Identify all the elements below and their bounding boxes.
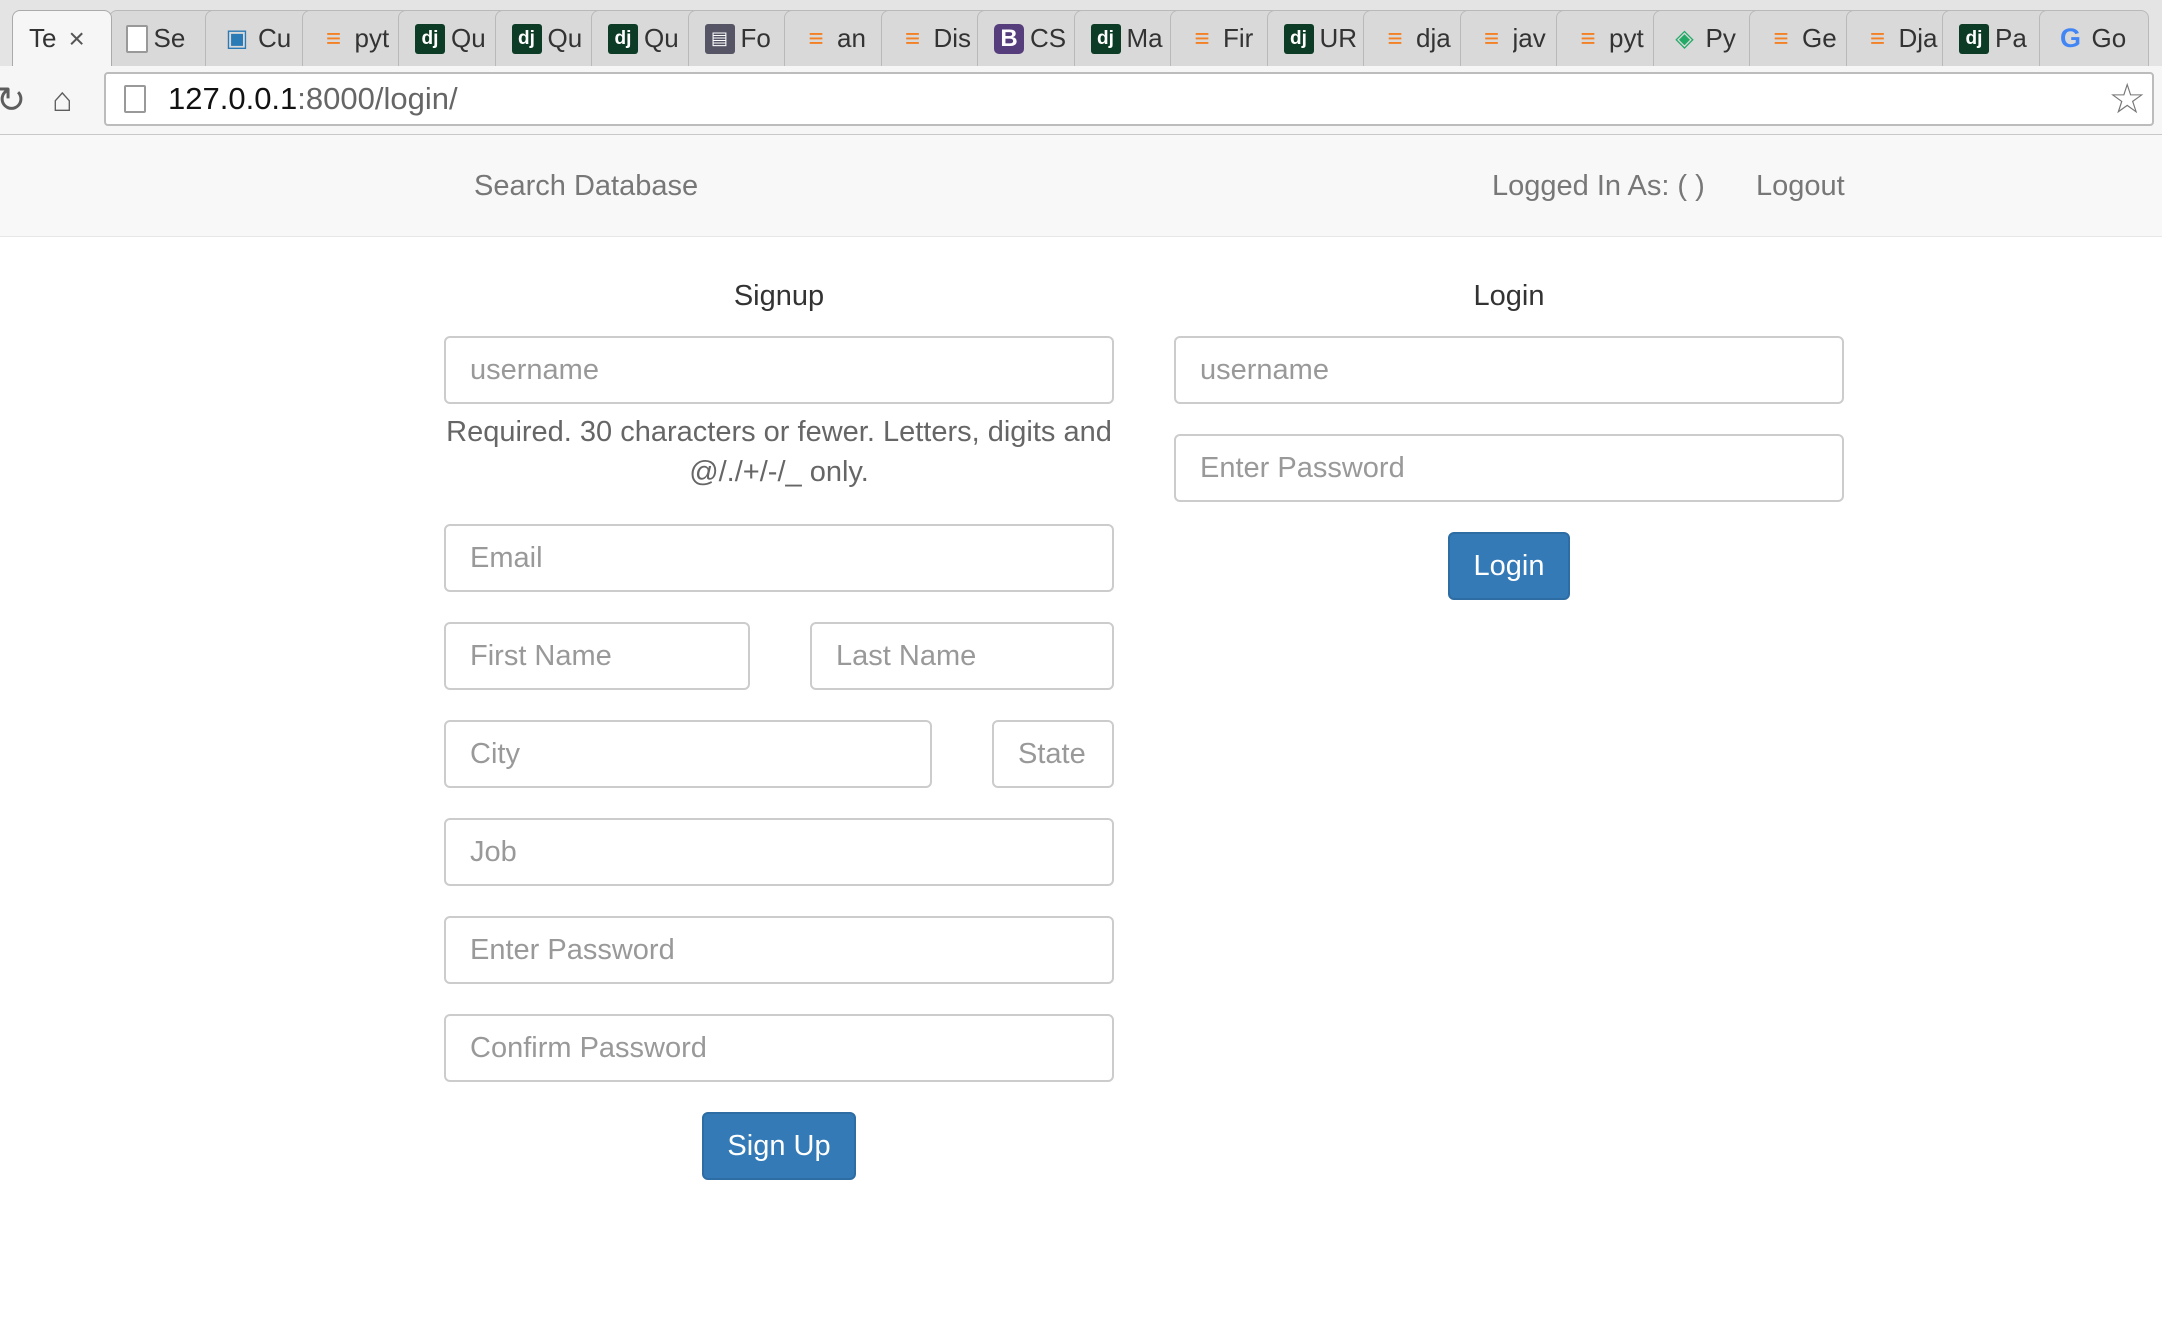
browser-tab-label: Go [2091,23,2127,53]
browser-tab-label: Cu [258,23,292,53]
browser-tab[interactable]: dj Ma [1073,10,1184,66]
site-navbar: Search Database Logged In As: ( ) Logout [0,135,2162,237]
django-icon: dj [1959,23,1989,54]
browser-tab-strip: Te × Se ▣ Cu ≡ pyt dj Qu dj Qu dj Qu ▤ Fo ≡ an ≡ Dis B CS dj M… [0,0,2162,66]
browser-tab[interactable]: B CS [977,10,1087,66]
django-icon: dj [415,23,445,54]
signup-first-name-input[interactable] [444,622,750,690]
browser-tab[interactable]: dj Qu [591,10,701,66]
stackoverflow-icon: ≡ [1194,23,1210,53]
browser-tab-label: Dis [933,23,972,53]
browser-tab-label: Qu [547,23,583,53]
browser-tab-label: Te [29,23,57,53]
signup-confirm-password-input[interactable] [444,1014,1114,1082]
close-tab-icon[interactable]: × [68,23,84,55]
stackoverflow-icon: ≡ [325,23,342,53]
browser-tab-label: Pa [1995,23,2027,53]
stackoverflow-icon: ≡ [1869,23,1886,53]
login-password-input[interactable] [1174,434,1844,502]
signup-last-name-input[interactable] [810,622,1114,690]
django-icon: dj [608,23,638,54]
browser-tab[interactable]: ≡ jav [1459,10,1570,66]
signup-username-input[interactable] [444,336,1114,404]
browser-tab-label: Se [153,23,186,53]
browser-toolbar: ↻ ⌂ 127.0.0.1:8000/login/ ☆ [0,66,2162,135]
browser-tab[interactable]: ▣ Cu [205,10,315,66]
django-icon: dj [511,23,542,54]
browser-tab[interactable]: G Go [2038,10,2149,66]
sign-up-button[interactable]: Sign Up [702,1112,856,1180]
stackoverflow-icon: ≡ [1580,23,1596,53]
browser-tab[interactable]: dj Pa [1942,10,2052,66]
browser-tab-label: Fo [740,23,771,53]
browser-tab[interactable]: Te × [12,10,112,66]
browser-tab[interactable]: Se [108,10,219,66]
browser-tab[interactable]: dj UR [1266,10,1377,66]
browser-tab-label: UR [1319,23,1358,53]
browser-tab[interactable]: ≡ pyt [301,10,412,66]
browser-tab-label: Dja [1898,23,1938,53]
bookmark-star-icon[interactable]: ☆ [2108,78,2146,120]
signup-state-input[interactable] [992,720,1114,788]
python-icon: ◈ [1675,25,1694,52]
logout-link[interactable]: Logout [1756,169,1845,203]
browser-tab[interactable]: ≡ dja [1363,10,1473,66]
browser-tab-label: pyt [1609,23,1644,53]
search-database-link[interactable]: Search Database [474,169,698,203]
stackoverflow-icon: ≡ [808,23,824,53]
reload-icon[interactable]: ↻ [0,80,26,120]
browser-tab-label: pyt [354,23,390,53]
page-icon [124,85,146,113]
folder-icon: ▤ [704,23,735,54]
signup-job-input[interactable] [444,818,1114,886]
browser-tab-label: Fir [1223,23,1254,53]
browser-tab[interactable]: ≡ Dja [1845,10,1956,66]
url-path: :8000/login/ [297,81,458,116]
browser-tab[interactable]: ≡ an [784,10,894,66]
stackoverflow-icon: ≡ [904,23,921,53]
browser-tab-label: Qu [644,23,679,53]
browser-tab[interactable]: ▤ Fo [687,10,798,66]
logged-in-as-label: Logged In As: ( ) [1492,170,1705,202]
login-button[interactable]: Login [1448,532,1570,600]
browser-tab-label: Ma [1126,23,1163,53]
address-bar[interactable]: 127.0.0.1:8000/login/ ☆ [104,72,2154,126]
home-icon[interactable]: ⌂ [52,80,73,120]
bootstrap-icon: B [994,23,1024,54]
browser-tab[interactable]: dj Qu [398,10,508,66]
app-icon: ▣ [225,25,249,52]
browser-tab[interactable]: dj Qu [494,10,605,66]
stackoverflow-icon: ≡ [1483,23,1500,53]
login-title: Login [1473,280,1545,312]
login-username-input[interactable] [1174,336,1844,404]
browser-tab[interactable]: ≡ Fir [1170,10,1280,66]
browser-tab-label: Ge [1802,23,1837,53]
browser-tab-label: Py [1705,23,1736,53]
url-host: 127.0.0.1 [168,81,298,116]
signup-email-input[interactable] [444,524,1114,592]
stackoverflow-icon: ≡ [1387,23,1403,53]
browser-tab-label: CS [1030,23,1067,53]
browser-tab[interactable]: ≡ pyt [1556,10,1666,66]
page-icon [125,24,148,53]
signup-city-input[interactable] [444,720,932,788]
browser-tab-label: an [837,23,866,53]
stackoverflow-icon: ≡ [1773,23,1789,53]
browser-tab-label: Qu [451,23,486,53]
signup-password-input[interactable] [444,916,1114,984]
browser-tab-label: jav [1512,23,1546,53]
signup-title: Signup [733,280,825,312]
django-icon: dj [1283,23,1314,54]
google-icon: G [2059,23,2081,53]
django-icon: dj [1090,23,1121,54]
browser-tab[interactable]: ≡ Ge [1749,10,1859,66]
browser-tab-label: dja [1416,23,1451,53]
username-help-text: Required. 30 characters or fewer. Letter… [446,416,1112,488]
browser-tab[interactable]: ◈ Py [1652,10,1763,66]
browser-tab[interactable]: ≡ Dis [880,10,991,66]
